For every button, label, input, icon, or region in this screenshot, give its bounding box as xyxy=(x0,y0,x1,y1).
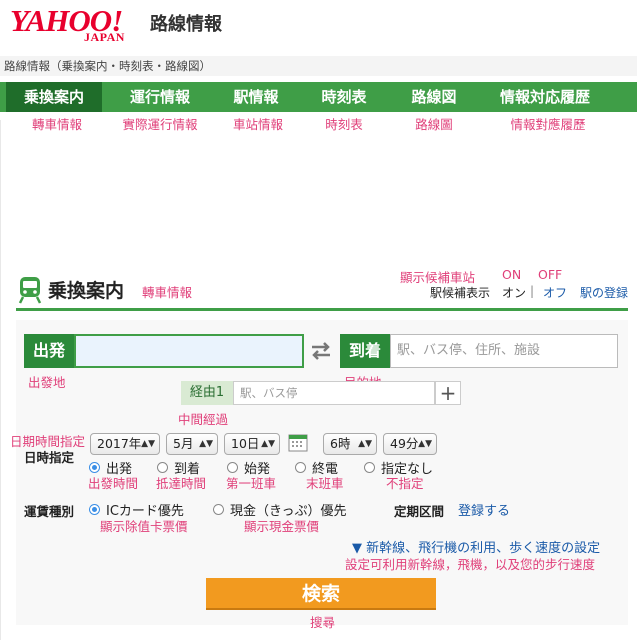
via-note: 中間經過 xyxy=(178,412,229,427)
hour-chevron-icon: ▲▼ xyxy=(358,439,372,449)
candidate-on-option[interactable]: オン xyxy=(502,284,526,301)
section-title-note: 轉車情報 xyxy=(142,285,193,300)
radio-cash[interactable] xyxy=(213,504,224,515)
main-nav: 乗換案内 運行情報 駅情報 時刻表 路線図 情報対応履歴 xyxy=(0,82,637,112)
minute-chevron-icon: ▲▼ xyxy=(418,439,432,449)
candidate-note-off: OFF xyxy=(538,267,563,282)
tab-info-history[interactable]: 情報対応履歴 xyxy=(486,82,604,112)
service-title[interactable]: 路線情報 xyxy=(150,10,222,36)
month-value: 5月 xyxy=(173,436,194,451)
minute-select[interactable]: 49分 ▲▼ xyxy=(383,433,437,455)
option-cash-note: 顯示現金票價 xyxy=(244,519,320,534)
departure-label: 出発 xyxy=(24,334,74,368)
day-select[interactable]: 10日 ▲▼ xyxy=(224,433,280,455)
add-via-button[interactable]: + xyxy=(435,381,461,405)
candidate-separator: | xyxy=(530,284,535,298)
tab-station[interactable]: 駅情報 xyxy=(210,82,302,112)
year-select[interactable]: 2017年 ▲▼ xyxy=(90,433,160,455)
year-chevron-icon: ▲▼ xyxy=(141,439,155,449)
radio-arrival-time[interactable] xyxy=(157,462,168,473)
radio-ic-card[interactable] xyxy=(89,504,100,515)
swap-icon[interactable] xyxy=(309,339,333,363)
station-register-link[interactable]: 駅の登録 xyxy=(580,284,628,301)
year-value: 2017年 xyxy=(97,436,142,451)
arrival-label: 到着 xyxy=(340,334,390,368)
radio-departure-time[interactable] xyxy=(89,462,100,473)
option-departure-time-note: 出發時間 xyxy=(88,476,139,491)
hour-value: 6時 xyxy=(330,436,351,451)
tab-route-map[interactable]: 路線図 xyxy=(392,82,476,112)
option-arrival-time-note: 抵達時間 xyxy=(156,476,207,491)
departure-input[interactable] xyxy=(74,334,304,368)
via-label: 経由1 xyxy=(181,381,233,405)
breadcrumb: 路線情報（乗換案内・時刻表・路線図） xyxy=(0,56,637,76)
tab-operation[interactable]: 運行情報 xyxy=(112,82,208,112)
via-input[interactable]: 駅、バス停 xyxy=(233,381,435,405)
search-note: 搜尋 xyxy=(310,615,336,630)
hour-select[interactable]: 6時 ▲▼ xyxy=(323,433,377,455)
departure-note: 出發地 xyxy=(28,375,66,390)
option-last-train-note: 末班車 xyxy=(306,476,344,491)
search-button[interactable]: 検索 xyxy=(206,578,436,610)
calendar-icon[interactable] xyxy=(288,432,308,452)
radio-first-train[interactable] xyxy=(227,462,238,473)
arrival-input[interactable]: 駅、バス停、住所、施設 xyxy=(390,334,618,368)
tab-timetable[interactable]: 時刻表 xyxy=(302,82,386,112)
commuter-label: 定期区間 xyxy=(394,504,445,519)
month-chevron-icon: ▲▼ xyxy=(199,439,213,449)
month-select[interactable]: 5月 ▲▼ xyxy=(166,433,218,455)
option-unspecified-note: 不指定 xyxy=(386,476,424,491)
datetime-label: 日時指定 xyxy=(24,450,75,465)
train-icon xyxy=(18,277,42,304)
option-first-train-note: 第一班車 xyxy=(226,476,277,491)
commuter-register-link[interactable]: 登録する xyxy=(458,500,510,519)
candidate-note-on: ON xyxy=(502,267,522,282)
tab-transfer[interactable]: 乗換案内 xyxy=(6,82,102,112)
section-title: 乗換案内 xyxy=(48,280,125,302)
day-value: 10日 xyxy=(231,436,260,451)
radio-unspecified[interactable] xyxy=(364,462,375,473)
minute-value: 49分 xyxy=(390,436,419,451)
advanced-settings-note: 設定可利用新幹線，飛機，以及您的步行速度 xyxy=(345,557,596,572)
candidate-off-link[interactable]: オフ xyxy=(543,284,567,301)
day-chevron-icon: ▲▼ xyxy=(261,439,275,449)
radio-last-train[interactable] xyxy=(295,462,306,473)
candidate-label: 駅候補表示 xyxy=(430,286,491,300)
fare-label: 運賃種別 xyxy=(24,504,75,519)
option-ic-card-note: 顯示除值卡票價 xyxy=(100,519,188,534)
section-divider xyxy=(16,308,628,311)
yahoo-japan-sublogo: JAPAN xyxy=(84,30,125,44)
